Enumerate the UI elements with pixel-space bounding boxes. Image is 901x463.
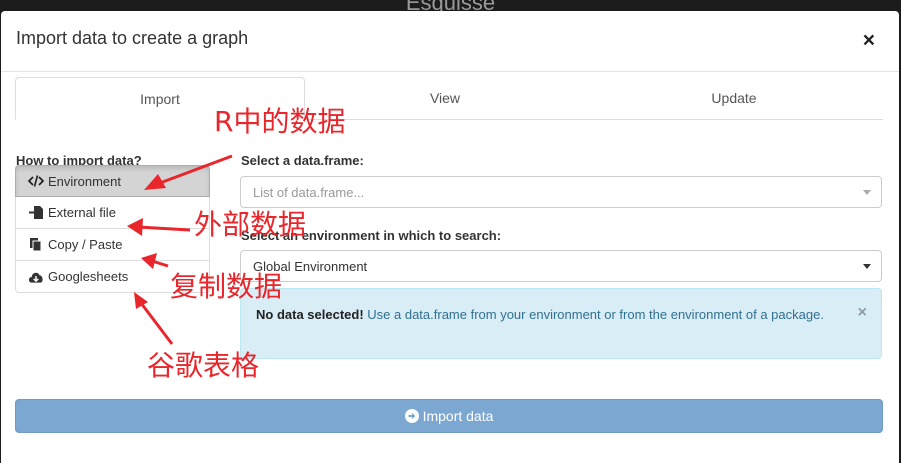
close-button[interactable]: × xyxy=(863,30,875,51)
dataframe-select[interactable]: List of data.frame... xyxy=(240,176,882,208)
annotation-external-data: 外部数据 xyxy=(194,208,307,241)
modal-header: Import data to create a graph × xyxy=(1,11,899,72)
tab-view[interactable]: View xyxy=(305,77,585,119)
annotation-r-data: R中的数据 xyxy=(214,105,346,138)
tab-bar: Import View Update xyxy=(15,77,883,120)
method-label: Copy / Paste xyxy=(48,237,123,252)
method-external-file[interactable]: External file xyxy=(15,197,210,229)
method-label: External file xyxy=(48,205,116,220)
method-label: Googlesheets xyxy=(48,269,129,284)
file-import-icon xyxy=(28,206,44,219)
dataframe-label: Select a data.frame: xyxy=(241,153,364,168)
code-icon xyxy=(28,175,44,187)
annotation-copy-data: 复制数据 xyxy=(170,270,283,303)
method-copy-paste[interactable]: Copy / Paste xyxy=(15,229,210,261)
copy-icon xyxy=(28,238,44,251)
alert-close-button[interactable]: × xyxy=(858,303,867,323)
alert-title: No data selected! xyxy=(256,307,364,322)
annotation-googlesheets: 谷歌表格 xyxy=(147,349,260,382)
environment-select[interactable]: Global Environment xyxy=(240,250,882,282)
chevron-down-icon xyxy=(863,264,871,269)
import-data-button[interactable]: Import data xyxy=(15,399,883,433)
dataframe-placeholder: List of data.frame... xyxy=(253,184,365,200)
modal-title: Import data to create a graph xyxy=(16,28,249,48)
cloud-download-icon xyxy=(28,271,44,283)
info-alert: No data selected! Use a data.frame from … xyxy=(240,288,882,359)
chevron-down-icon xyxy=(863,190,871,195)
method-environment[interactable]: Environment xyxy=(15,165,210,197)
alert-message: Use a data.frame from your environment o… xyxy=(363,307,824,322)
import-data-label: Import data xyxy=(422,408,494,424)
tab-update[interactable]: Update xyxy=(585,77,883,119)
method-label: Environment xyxy=(48,173,121,189)
arrow-circle-right-icon xyxy=(404,409,419,423)
